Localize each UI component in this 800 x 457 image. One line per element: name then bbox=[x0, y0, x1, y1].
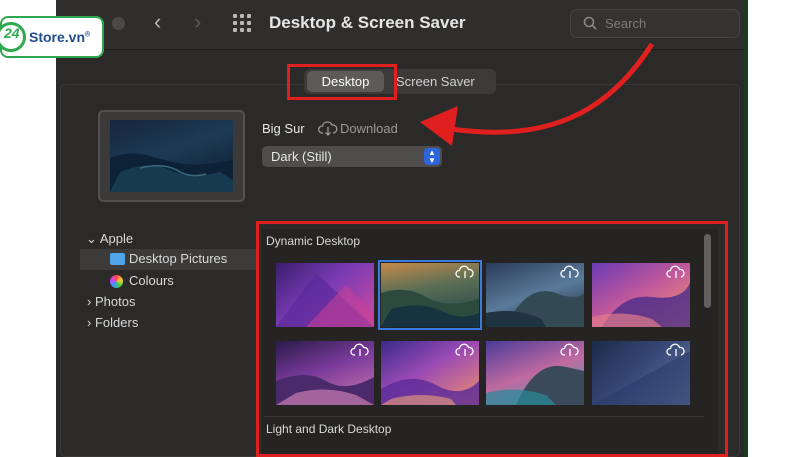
left-margin bbox=[0, 0, 56, 457]
sidebar-item-desktop-pictures[interactable]: Desktop Pictures bbox=[129, 249, 227, 269]
right-strip bbox=[744, 0, 748, 457]
colours-icon bbox=[110, 275, 123, 288]
download-link[interactable]: Download bbox=[340, 121, 398, 136]
chevron-down-icon: ⌄ bbox=[86, 231, 97, 246]
logo-number: 24 bbox=[4, 25, 20, 41]
search-icon bbox=[583, 16, 597, 30]
sidebar-item-apple[interactable]: ⌄ Apple bbox=[86, 229, 133, 249]
sidebar-item-label: Folders bbox=[94, 315, 139, 330]
sidebar-item-label: Apple bbox=[99, 231, 134, 246]
folder-icon bbox=[110, 253, 125, 265]
right-margin bbox=[748, 0, 800, 457]
sidebar-item-label: Photos bbox=[94, 294, 136, 309]
grid-icon[interactable] bbox=[233, 14, 251, 32]
wallpaper-name: Big Sur bbox=[262, 121, 305, 136]
sidebar-item-colours[interactable]: Colours bbox=[129, 271, 174, 291]
sidebar-item-photos[interactable]: › Photos bbox=[87, 292, 135, 312]
appearance-mode-value: Dark (Still) bbox=[271, 149, 332, 164]
window-title: Desktop & Screen Saver bbox=[269, 13, 466, 32]
search-field[interactable]: Search bbox=[570, 9, 740, 38]
search-input[interactable]: Search bbox=[605, 16, 646, 31]
back-button[interactable]: ‹ bbox=[154, 10, 161, 34]
wallpaper-preview bbox=[98, 110, 245, 202]
forward-button[interactable]: › bbox=[194, 10, 201, 34]
highlight-box-gallery bbox=[256, 221, 728, 457]
chevron-right-icon: › bbox=[87, 294, 92, 309]
store-logo: 24 Store.vn® bbox=[0, 16, 104, 58]
chevron-updown-icon: ▲ ▼ bbox=[424, 148, 440, 165]
appearance-mode-select[interactable]: Dark (Still) ▲ ▼ bbox=[262, 146, 442, 167]
chevron-right-icon: › bbox=[87, 315, 92, 330]
logo-text: Store.vn® bbox=[29, 29, 91, 45]
wallpaper-preview-image bbox=[110, 120, 233, 192]
sidebar-item-folders[interactable]: › Folders bbox=[87, 313, 138, 333]
close-window-button[interactable] bbox=[112, 17, 125, 30]
highlight-box-tab bbox=[287, 64, 397, 100]
cloud-download-icon[interactable] bbox=[318, 120, 338, 136]
